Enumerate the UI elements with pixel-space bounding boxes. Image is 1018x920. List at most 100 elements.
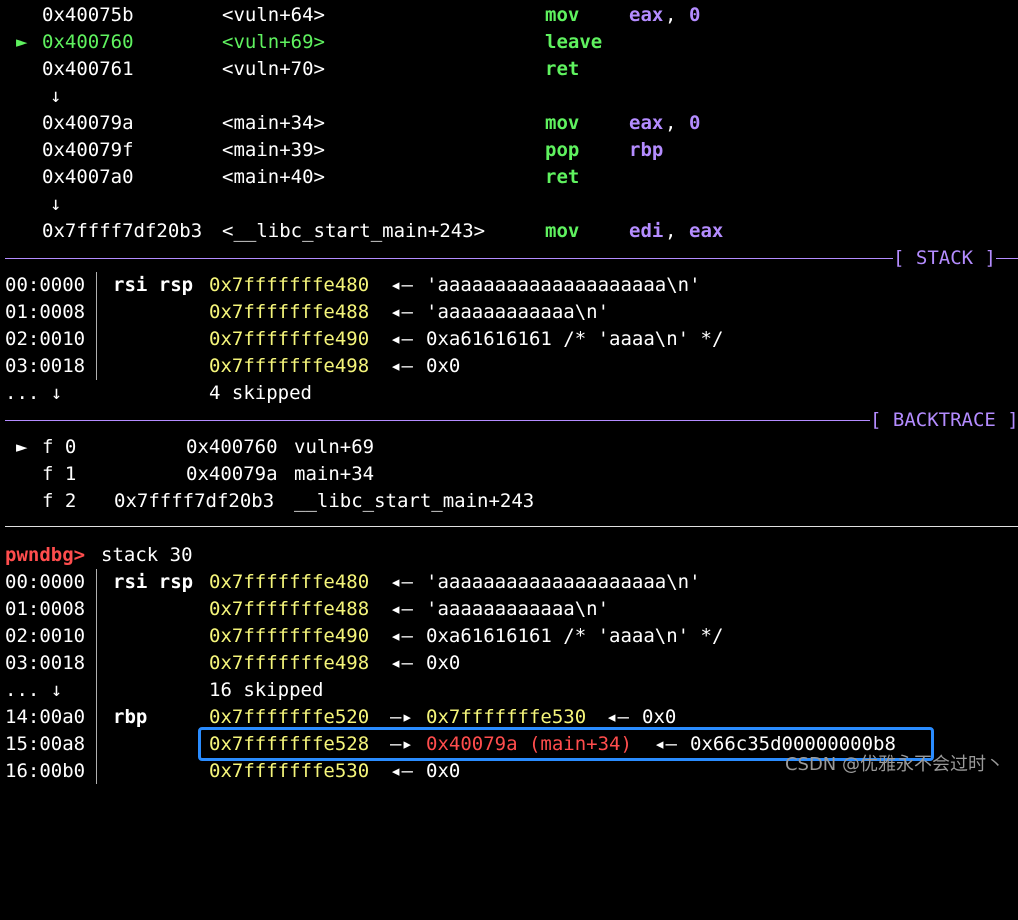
disasm-address: 0x400761 (42, 58, 134, 80)
disasm-comma: , (665, 220, 677, 242)
disasm-comma: , (665, 112, 677, 134)
stack-address: 0x7fffffffe488 (209, 598, 370, 620)
disasm-flow-arrow: ↓ (0, 191, 61, 218)
stack-value: 'aaaaaaaaaaaa\n' (426, 301, 610, 323)
disasm-opcode: mov (545, 4, 580, 26)
pointer-arrow-icon: ◂— (390, 652, 413, 674)
stack-offset: 03:0018 (5, 652, 86, 674)
stack-register: rsi rsp (113, 571, 194, 593)
current-frame-marker-icon: ► (16, 436, 28, 458)
stack-row: 16:00b0 0x7fffffffe530 ◂— 0x0 (0, 758, 460, 785)
frame-address: 0x400760 (186, 436, 278, 458)
backtrace-frame: f 2 0x7ffff7df20b3 __libc_start_main+243 (0, 488, 534, 515)
disasm-operand: 0 (689, 4, 701, 26)
disasm-symbol: <vuln+70> (222, 58, 325, 80)
disasm-line: 0x40079a <main+34> mov eax , 0 (0, 110, 700, 137)
stack-value: 'aaaaaaaaaaaaaaaaaaaa\n' (426, 274, 701, 296)
disasm-opcode: ret (545, 166, 580, 188)
pointer-arrow-icon: ◂— (390, 328, 413, 350)
stack-skip-row: ... ↓ 4 skipped (0, 380, 312, 407)
stack-row: 03:0018 0x7fffffffe498 ◂— 0x0 (0, 353, 460, 380)
pointer-arrow-icon: ◂— (390, 598, 413, 620)
stack-row: 00:0000 rsi rsp 0x7fffffffe480 ◂— 'aaaaa… (0, 569, 701, 596)
disasm-line: 0x7ffff7df20b3 <__libc_start_main+243> m… (0, 218, 723, 245)
down-arrow-icon: ↓ (50, 85, 62, 107)
disasm-symbol: <__libc_start_main+243> (222, 220, 486, 242)
disasm-address: 0x7ffff7df20b3 (42, 220, 203, 242)
stack-offset: 01:0008 (5, 598, 86, 620)
stack-offset: 00:0000 (5, 571, 86, 593)
prompt-label: pwndbg> (5, 544, 86, 566)
stack-address: 0x7fffffffe480 (209, 571, 370, 593)
backtrace-separator (5, 420, 1018, 421)
skip-indicator: ... ↓ (5, 382, 63, 404)
disasm-address: 0x40079f (42, 139, 134, 161)
disasm-opcode: mov (545, 220, 580, 242)
disasm-line: 0x40079f <main+39> pop rbp (0, 137, 663, 164)
stack-register: rbp (113, 706, 148, 728)
frame-address: 0x40079a (186, 463, 278, 485)
command-line[interactable]: pwndbg> stack 30 (0, 542, 193, 569)
stack-offset: 15:00a8 (5, 733, 86, 755)
disasm-line: 0x40075b <vuln+64> mov eax , 0 (0, 2, 700, 29)
disasm-comma: , (665, 4, 677, 26)
disasm-operand: eax (629, 112, 664, 134)
stack-row: 03:0018 0x7fffffffe498 ◂— 0x0 (0, 650, 460, 677)
disasm-address: 0x400760 (42, 31, 134, 53)
disasm-opcode: mov (545, 112, 580, 134)
backtrace-frame: ► f 0 0x400760 vuln+69 (0, 434, 374, 461)
stack-offset: 02:0010 (5, 625, 86, 647)
disasm-symbol: <vuln+69> (222, 31, 325, 53)
stack-row: 01:0008 0x7fffffffe488 ◂— 'aaaaaaaaaaaa\… (0, 299, 609, 326)
disasm-operand: eax (689, 220, 724, 242)
frame-number: f 1 (42, 463, 77, 485)
stack-address: 0x7fffffffe498 (209, 652, 370, 674)
pointer-arrow-icon: ◂— (390, 760, 413, 782)
context-end-separator (5, 526, 1018, 527)
stack-address: 0x7fffffffe490 (209, 328, 370, 350)
backtrace-frame: f 1 0x40079a main+34 (0, 461, 374, 488)
skip-indicator: ... ↓ (5, 679, 63, 701)
frame-address: 0x7ffff7df20b3 (114, 490, 275, 512)
stack-row: 14:00a0 rbp 0x7fffffffe520 —▸ 0x7fffffff… (0, 704, 676, 731)
pointer-arrow-icon: ◂— (390, 355, 413, 377)
stack-value: 0xa61616161 /* 'aaaa\n' */ (426, 328, 724, 350)
stack-separator (5, 258, 1018, 259)
disasm-address: 0x40075b (42, 4, 134, 26)
disasm-line: 0x4007a0 <main+40> ret (0, 164, 579, 191)
stack-address: 0x7fffffffe488 (209, 301, 370, 323)
stack-offset: 14:00a0 (5, 706, 86, 728)
frame-symbol: vuln+69 (294, 436, 375, 458)
stack-value: 0x0 (426, 355, 461, 377)
disasm-opcode: ret (545, 58, 580, 80)
disasm-line-current: ► 0x400760 <vuln+69> leave (0, 29, 602, 56)
skip-count: 16 skipped (209, 679, 324, 701)
watermark: CSDN @优雅永不会过时丶 (784, 754, 1004, 775)
stack-value: 0x0 (426, 760, 461, 782)
stack-row: 01:0008 0x7fffffffe488 ◂— 'aaaaaaaaaaaa\… (0, 596, 609, 623)
frame-symbol: main+34 (294, 463, 375, 485)
stack-value: 0x0 (426, 652, 461, 674)
frame-number: f 0 (42, 436, 77, 458)
disasm-symbol: <main+34> (222, 112, 325, 134)
command-text: stack 30 (101, 544, 193, 566)
disasm-symbol: <main+40> (222, 166, 325, 188)
stack-address: 0x7fffffffe490 (209, 625, 370, 647)
disasm-operand: 0 (689, 112, 701, 134)
stack-row: 02:0010 0x7fffffffe490 ◂— 0xa61616161 /*… (0, 623, 723, 650)
pointer-arrow-icon: ◂— (390, 571, 413, 593)
stack-address: 0x7fffffffe530 (209, 760, 370, 782)
stack-offset-divider (96, 272, 97, 380)
stack-offset: 03:0018 (5, 355, 86, 377)
stack-row-highlighted: 15:00a8 0x7fffffffe528 —▸ 0x40079a (main… (0, 731, 896, 758)
pointer-arrow-icon: ◂— (390, 274, 413, 296)
stack-value: 'aaaaaaaaaaaa\n' (426, 598, 610, 620)
disasm-flow-arrow: ↓ (0, 83, 61, 110)
frame-symbol: __libc_start_main+243 (294, 490, 535, 512)
pointer-arrow-icon: ◂— (390, 301, 413, 323)
stack-value: 'aaaaaaaaaaaaaaaaaaaa\n' (426, 571, 701, 593)
disasm-operand: edi (629, 220, 664, 242)
disasm-line: 0x400761 <vuln+70> ret (0, 56, 579, 83)
current-instruction-marker-icon: ► (16, 31, 28, 53)
disasm-symbol: <vuln+64> (222, 4, 325, 26)
